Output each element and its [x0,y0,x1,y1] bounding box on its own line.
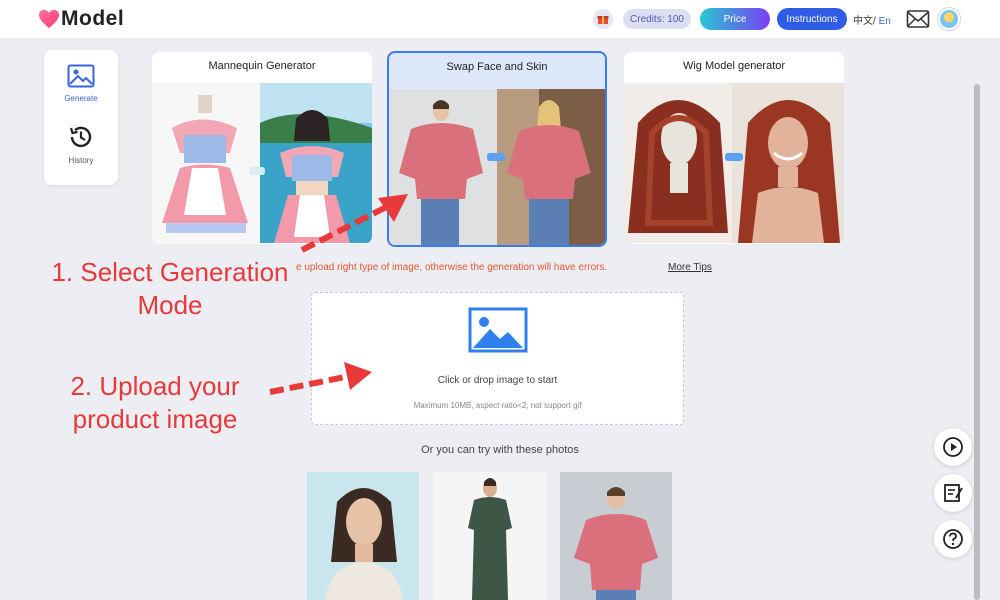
mannequin-preview-art [152,83,372,243]
gift-button[interactable] [593,9,613,29]
annotation-line: product image [72,404,238,434]
upload-dropzone[interactable]: Click or drop image to start Maximum 10M… [311,292,684,425]
sidebar: Generate History [44,50,118,185]
swap-face-preview-image [389,89,605,245]
instructions-button[interactable]: Instructions [777,8,847,30]
sample-photo-art [468,478,512,600]
language-switch[interactable]: 中文/ En [853,12,891,27]
lang-zh[interactable]: 中文 [853,16,873,27]
gift-icon [597,16,609,24]
brand-name: Model [61,7,125,30]
mode-card-mannequin[interactable]: Mannequin Generator [152,52,372,244]
upload-constraints: Maximum 10MB, aspect ratio<2, not suppor… [413,401,582,410]
edit-note-icon [944,484,963,502]
price-button[interactable]: Price [700,8,770,30]
wig-model-preview-art [624,83,844,243]
annotation-line: 1. Select Generation [51,257,289,287]
annotation-step-2: 2. Upload your product image [40,370,270,436]
vertical-scrollbar[interactable] [974,84,980,600]
swap-face-preview-art [389,89,605,245]
brand-logo[interactable]: Model [38,7,124,31]
sidebar-item-generate[interactable]: Generate [44,64,118,103]
mode-card-swap-face[interactable]: Swap Face and Skin [387,51,607,247]
top-bar: Model Credits: 100 Price Instructions 中文… [0,0,1000,38]
question-icon [943,529,963,549]
sample-photo-woman-portrait[interactable] [307,472,419,600]
annotation-line: 2. Upload your [70,371,240,401]
image-icon [67,64,95,88]
play-icon [943,437,963,457]
sample-photos-heading: Or you can try with these photos [421,444,579,456]
mail-icon[interactable] [906,9,930,29]
lang-en[interactable]: En [879,16,891,27]
sidebar-item-history[interactable]: History [44,124,118,165]
user-avatar[interactable] [938,8,960,30]
play-tutorial-button[interactable] [934,428,972,466]
wig-model-preview-image [624,83,844,243]
annotation-line: Mode [137,290,203,320]
sample-photo-green-dress[interactable] [434,472,546,600]
upload-warning: e upload right type of image, otherwise … [296,262,608,273]
feedback-button[interactable] [934,474,972,512]
sidebar-item-label: Generate [64,94,98,103]
mannequin-preview-image [152,83,372,243]
sample-photo-art [325,488,403,600]
mode-card-title: Wig Model generator [682,60,786,72]
image-upload-icon [468,307,528,353]
annotation-step-1: 1. Select Generation Mode [30,256,310,322]
mode-card-title: Mannequin Generator [208,60,316,72]
mode-card-wig-model[interactable]: Wig Model generator [624,52,844,244]
credits-badge[interactable]: Credits: 100 [623,9,691,29]
more-tips-link[interactable]: More Tips [668,262,712,273]
help-button[interactable] [934,520,972,558]
sidebar-item-label: History [68,156,94,165]
mode-card-title: Swap Face and Skin [446,61,548,73]
history-icon [69,126,92,148]
heart-icon [39,9,59,29]
upload-instruction: Click or drop image to start [437,375,558,386]
sample-photo-art [574,487,658,600]
sample-photo-pink-shirt[interactable] [560,472,672,600]
